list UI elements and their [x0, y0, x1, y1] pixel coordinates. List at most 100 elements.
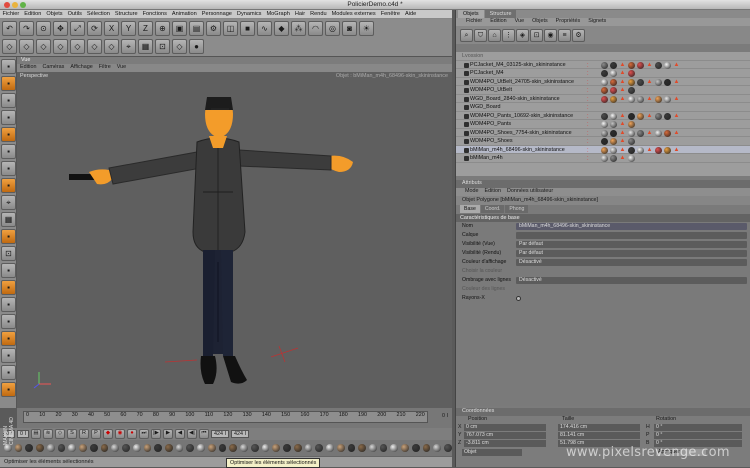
- position-field[interactable]: 0 cm: [464, 424, 546, 431]
- texture-mode-icon[interactable]: ◇: [104, 39, 119, 54]
- home-icon[interactable]: ⌂: [488, 28, 501, 42]
- menu-item-11[interactable]: Hair: [292, 10, 307, 18]
- timeline[interactable]: 0 10 20 30 40 50 60 70 80 90 100 110 120 130 140 150 160…: [17, 408, 452, 428]
- warning-tag-icon[interactable]: ▲: [619, 130, 626, 137]
- warning-tag-icon[interactable]: ▲: [646, 62, 653, 69]
- object-row[interactable]: WDM4PO_UtBelt ⁚ ▲: [456, 86, 750, 95]
- material-33-icon[interactable]: [347, 444, 356, 452]
- material-tag-icon[interactable]: [637, 129, 644, 137]
- material-29-icon[interactable]: [304, 444, 313, 452]
- tweak-icon[interactable]: ▪: [1, 178, 16, 193]
- menu-item-14[interactable]: Fenêtre: [378, 10, 402, 18]
- material-tag-icon[interactable]: [601, 146, 608, 154]
- material-tag-icon[interactable]: [628, 121, 635, 128]
- warning-tag-icon[interactable]: ▲: [673, 113, 680, 120]
- viewport-menu-item-2[interactable]: Affichage: [67, 64, 95, 70]
- visibility-dots-icon[interactable]: ⁚: [587, 113, 595, 120]
- warning-tag-icon[interactable]: ▲: [673, 62, 680, 69]
- object-row[interactable]: WDM4PO_Shoes_7754-skin_skininstance ⁚ ▲ ▲ ▲: [456, 129, 750, 137]
- material-23-icon[interactable]: [240, 444, 248, 452]
- scene-icon[interactable]: ◎: [325, 21, 340, 36]
- play-icon[interactable]: ▶: [163, 429, 173, 439]
- render-region-icon[interactable]: ◇: [172, 39, 187, 54]
- material-27-icon[interactable]: [283, 444, 291, 452]
- material-tag-icon[interactable]: [664, 146, 671, 154]
- texture-tool-icon[interactable]: ▪: [1, 93, 16, 108]
- layout-icon[interactable]: ▪: [1, 263, 16, 278]
- material-11-icon[interactable]: [111, 444, 120, 452]
- play-reverse-icon[interactable]: ◀: [175, 429, 185, 439]
- material-tag-icon[interactable]: [655, 95, 662, 103]
- warning-tag-icon[interactable]: ▲: [673, 130, 680, 137]
- material-tag-icon[interactable]: [601, 121, 608, 128]
- array-icon[interactable]: ⁂: [291, 21, 306, 36]
- material-tag-icon[interactable]: [628, 129, 635, 137]
- attribute-value[interactable]: bMiMan_m4h_68496-skin_skininstance: [516, 223, 747, 230]
- warning-tag-icon[interactable]: ▲: [619, 87, 626, 94]
- material-tag-icon[interactable]: [655, 78, 662, 86]
- attribute-tab-2[interactable]: Phong: [505, 205, 529, 213]
- warning-tag-icon[interactable]: ▲: [619, 155, 626, 162]
- sky-icon[interactable]: ▪: [1, 382, 16, 397]
- viewport-menu-item-0[interactable]: Edition: [17, 64, 39, 70]
- object-row[interactable]: PCJacket_M4 ⁚ ▲: [456, 69, 750, 78]
- uv-mode-icon[interactable]: ◇: [87, 39, 102, 54]
- cube-icon[interactable]: ■: [240, 21, 255, 36]
- rotate-icon[interactable]: ⟳: [87, 21, 102, 36]
- polygon-mode-icon[interactable]: ◇: [70, 39, 85, 54]
- lock-icon[interactable]: ⊡: [530, 28, 543, 42]
- position-field[interactable]: 767.073 cm: [464, 432, 546, 439]
- attribute-menu-item-1[interactable]: Edition: [482, 188, 504, 194]
- last-frame-field[interactable]: 424 I: [231, 430, 249, 438]
- material-19-icon[interactable]: [197, 444, 205, 452]
- spline-icon[interactable]: ∿: [257, 21, 272, 36]
- object-row[interactable]: bMiMan_m4h_68496-skin_skininstance ⁚ ▲ ▲ ▲: [456, 145, 750, 154]
- material-36-icon[interactable]: [379, 444, 388, 452]
- eye-icon[interactable]: ◉: [544, 28, 557, 42]
- y-axis-icon[interactable]: Y: [121, 21, 136, 36]
- material-41-icon[interactable]: [433, 444, 442, 452]
- keyframe-icon[interactable]: ◆: [103, 429, 113, 439]
- warning-tag-icon[interactable]: ▲: [619, 79, 626, 86]
- checkbox-icon[interactable]: [516, 296, 521, 301]
- warning-tag-icon[interactable]: ▲: [646, 130, 653, 137]
- material-tag-icon[interactable]: [628, 155, 635, 162]
- light-icon[interactable]: ☀: [359, 21, 374, 36]
- material-tag-icon[interactable]: [628, 61, 635, 69]
- pla-icon[interactable]: ≋: [43, 429, 53, 439]
- material-18-icon[interactable]: [186, 444, 195, 452]
- material-39-icon[interactable]: [411, 444, 420, 452]
- material-12-icon[interactable]: [122, 444, 130, 452]
- pen-icon[interactable]: ▪: [1, 331, 16, 346]
- material-tag-icon[interactable]: [610, 155, 617, 162]
- attribute-value[interactable]: Par défaut: [516, 241, 747, 248]
- material-16-icon[interactable]: [165, 444, 173, 452]
- material-tag-icon[interactable]: [610, 61, 617, 69]
- object-menu-item-0[interactable]: Fichier: [462, 18, 486, 24]
- object-row[interactable]: WDM4PO_UtBelt_24705-skin_skininstance ⁚ ▲ ▲…: [456, 78, 750, 86]
- menu-item-0[interactable]: Fichier: [0, 10, 22, 18]
- material-24-icon[interactable]: [250, 444, 259, 452]
- lock-icon[interactable]: ⊡: [1, 246, 16, 261]
- rotation-key-icon[interactable]: R: [79, 429, 89, 439]
- attribute-value[interactable]: [516, 232, 747, 239]
- menu-item-10[interactable]: MoGraph: [264, 10, 292, 18]
- object-row[interactable]: WGD_Board_2840-skin_skininstance ⁚ ▲ ▲ ▲: [456, 95, 750, 103]
- warning-tag-icon[interactable]: ▲: [619, 113, 626, 120]
- tab-0[interactable]: Objets: [458, 10, 484, 18]
- material-tag-icon[interactable]: [628, 146, 635, 154]
- object-axis-icon[interactable]: ◇: [19, 39, 34, 54]
- warning-tag-icon[interactable]: ▲: [619, 147, 626, 154]
- material-tag-icon[interactable]: [610, 121, 617, 128]
- warning-tag-icon[interactable]: ▲: [646, 147, 653, 154]
- material-25-icon[interactable]: [261, 444, 270, 452]
- snap-icon[interactable]: ⌖: [121, 39, 136, 54]
- workplane-icon[interactable]: ▦: [138, 39, 153, 54]
- material-15-icon[interactable]: [154, 444, 163, 452]
- material-38-icon[interactable]: [401, 444, 409, 452]
- material-tag-icon[interactable]: [601, 155, 608, 162]
- material-tag-icon[interactable]: [628, 87, 635, 94]
- material-4-icon[interactable]: [36, 444, 44, 452]
- timeline-icon[interactable]: ▤: [31, 429, 41, 439]
- attribute-menu-item-0[interactable]: Mode: [462, 188, 482, 194]
